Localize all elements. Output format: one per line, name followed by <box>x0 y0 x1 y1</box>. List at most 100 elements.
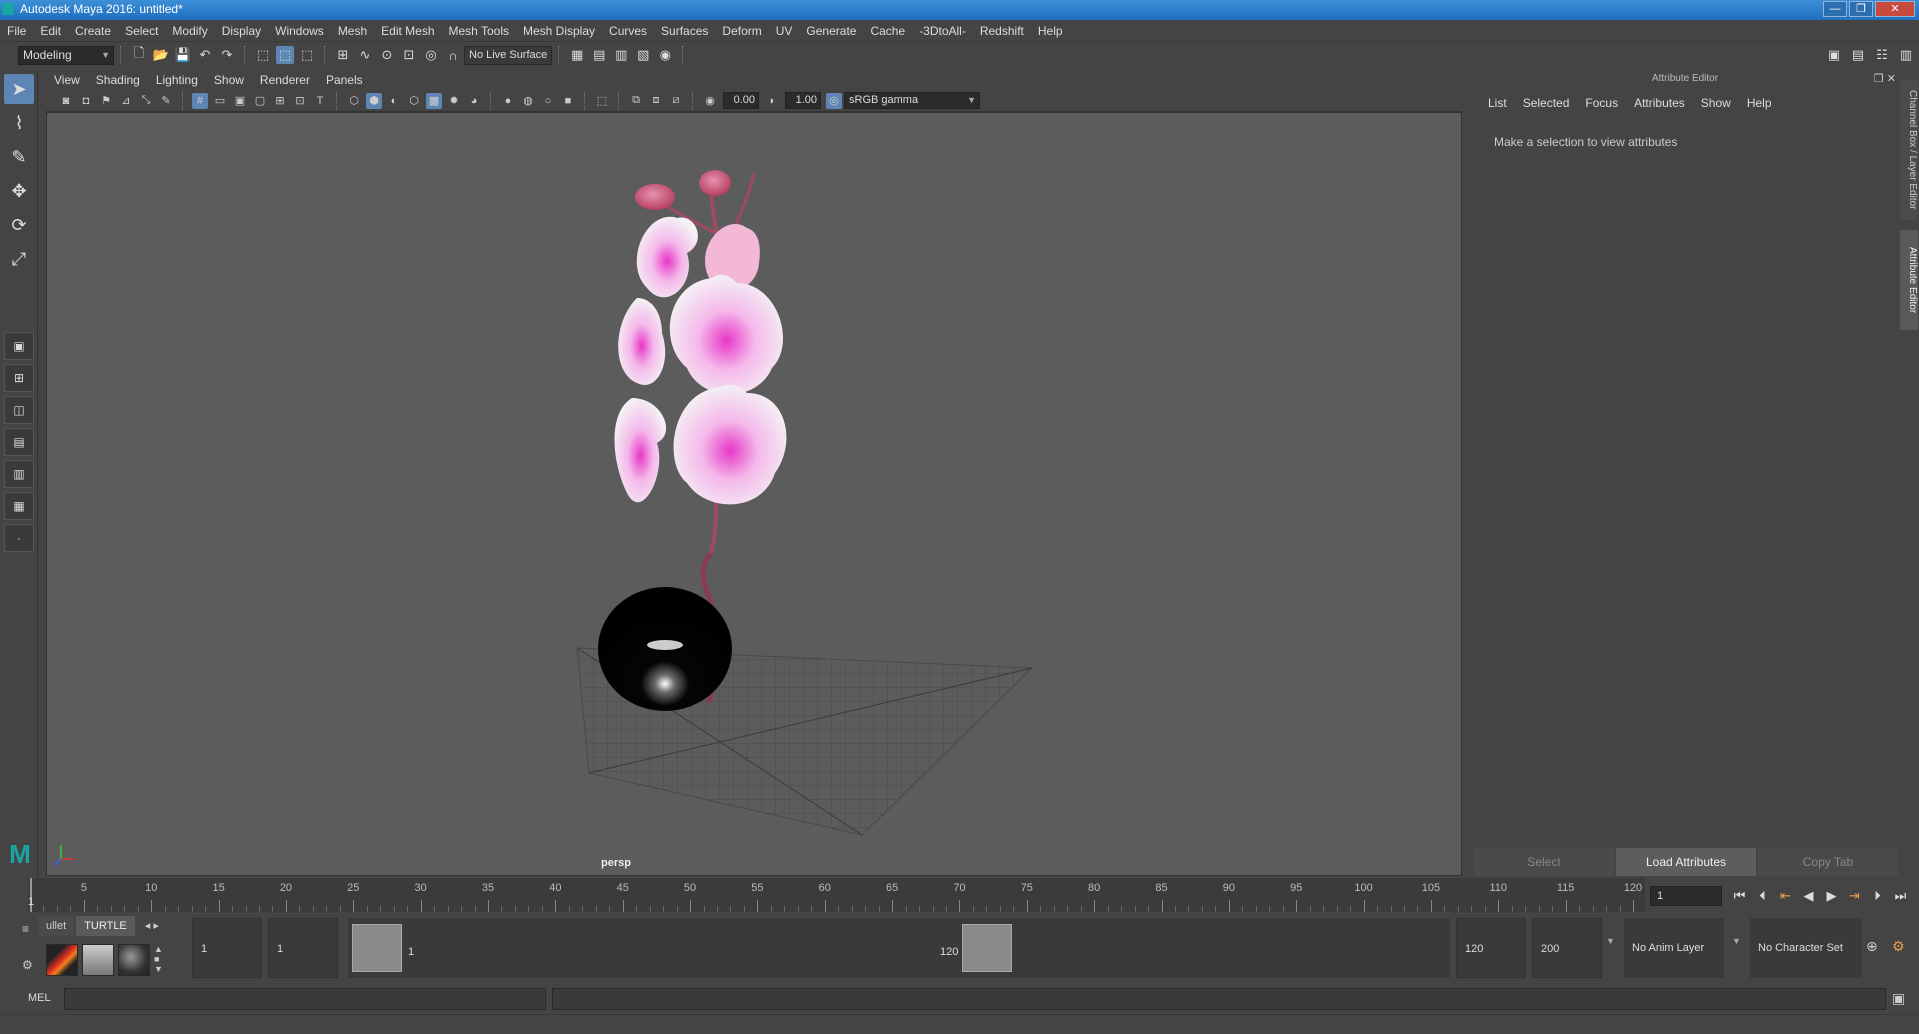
wireframe-on-shaded-icon[interactable]: ⬡ <box>406 93 422 109</box>
menu-file[interactable]: File <box>0 20 33 42</box>
exposure-icon[interactable]: ◉ <box>702 93 718 109</box>
select-component-icon[interactable]: ⬚ <box>298 46 316 64</box>
render-frame-icon[interactable]: ▤ <box>590 46 608 64</box>
menu-curves[interactable]: Curves <box>602 20 654 42</box>
script-language-label[interactable]: MEL <box>28 992 51 1004</box>
magnet-icon[interactable]: ∩ <box>444 46 462 64</box>
ae-menu-attributes[interactable]: Attributes <box>1626 94 1693 112</box>
chevron-down-icon[interactable]: ▼ <box>1732 936 1741 946</box>
go-to-start-icon[interactable]: ⏮ <box>1730 886 1749 905</box>
select-tool-icon[interactable]: ➤ <box>4 74 34 104</box>
open-scene-icon[interactable]: 📂 <box>152 46 170 64</box>
rotate-tool-icon[interactable]: ⟳ <box>4 210 34 240</box>
menu-help[interactable]: Help <box>1031 20 1070 42</box>
attribute-editor-tab[interactable]: Attribute Editor <box>1900 230 1918 330</box>
multisample-aa-icon[interactable]: ○ <box>540 93 556 109</box>
modeling-toolkit-icon[interactable]: ▣ <box>1825 46 1843 64</box>
ipr-render-icon[interactable]: ▥ <box>612 46 630 64</box>
range-start-handle[interactable] <box>352 924 402 972</box>
time-slider-track[interactable]: 1 5 10 15 20 25 30 35 40 45 50 55 60 65 70 75 80 85 90 95 1… <box>28 878 1645 912</box>
menu-create[interactable]: Create <box>68 20 118 42</box>
xray-icon[interactable]: ⧉ <box>628 93 644 109</box>
channel-box-toggle-icon[interactable]: ▥ <box>1897 46 1915 64</box>
redo-icon[interactable]: ↷ <box>218 46 236 64</box>
paint-select-tool-icon[interactable]: ✎ <box>4 142 34 172</box>
attribute-editor-toggle-icon[interactable]: ▤ <box>1849 46 1867 64</box>
wireframe-icon[interactable]: ⬡ <box>346 93 362 109</box>
snap-live-icon[interactable]: ◎ <box>422 46 440 64</box>
menu-deform[interactable]: Deform <box>715 20 768 42</box>
select-hierarchy-icon[interactable]: ⬚ <box>254 46 272 64</box>
step-forward-key-icon[interactable]: ⏵ <box>1868 886 1887 905</box>
default-lighting-icon[interactable]: ◐ <box>386 93 402 109</box>
menu-windows[interactable]: Windows <box>268 20 331 42</box>
auto-key-icon[interactable]: ⊕ <box>1866 938 1878 955</box>
persp-graph-layout-icon[interactable]: ▤ <box>4 428 34 456</box>
channel-box-tab[interactable]: Channel Box / Layer Editor <box>1900 80 1918 220</box>
color-management-icon[interactable]: ◎ <box>826 92 842 109</box>
range-slider-track[interactable]: 1 120 <box>348 918 1450 978</box>
persp-hypershade-layout-icon[interactable]: ▦ <box>4 492 34 520</box>
camera-attributes-icon[interactable]: ◘ <box>78 93 94 109</box>
render-view-icon[interactable]: ▧ <box>634 46 652 64</box>
range-end-handle[interactable] <box>962 924 1012 972</box>
hypershade-icon[interactable]: ◉ <box>656 46 674 64</box>
menu-edit[interactable]: Edit <box>33 20 68 42</box>
scale-tool-icon[interactable]: ⤢ <box>4 244 34 274</box>
undo-icon[interactable]: ↶ <box>196 46 214 64</box>
snap-grid-icon[interactable]: ⊞ <box>334 46 352 64</box>
four-pane-layout-icon[interactable]: ⊞ <box>4 364 34 392</box>
panel-menu-shading[interactable]: Shading <box>88 70 148 90</box>
minimize-button[interactable]: — <box>1823 1 1847 17</box>
animation-preferences-icon[interactable]: ⚙ <box>1892 938 1905 955</box>
shelf-scroll-icon[interactable]: ▲ ■ ▼ <box>154 944 168 976</box>
menu-modify[interactable]: Modify <box>165 20 214 42</box>
playback-start-field[interactable]: 1 <box>268 918 338 978</box>
xray-active-icon[interactable]: ⧈ <box>648 93 664 109</box>
film-gate-icon[interactable]: ▭ <box>212 93 228 109</box>
menu-3dtoall[interactable]: -3DtoAll- <box>912 20 973 42</box>
go-to-end-icon[interactable]: ⏭ <box>1891 886 1910 905</box>
close-button[interactable]: ✕ <box>1875 1 1915 17</box>
panel-menu-lighting[interactable]: Lighting <box>148 70 206 90</box>
bookmark-icon[interactable]: ⚑ <box>98 93 114 109</box>
ae-menu-list[interactable]: List <box>1480 94 1515 112</box>
snap-view-plane-icon[interactable]: ⊡ <box>400 46 418 64</box>
gate-mask-icon[interactable]: ▢ <box>252 93 268 109</box>
camera-select-icon[interactable]: ◙ <box>58 93 74 109</box>
step-back-key-icon[interactable]: ⏴ <box>1753 886 1772 905</box>
ae-menu-selected[interactable]: Selected <box>1515 94 1578 112</box>
textured-icon[interactable]: ▩ <box>426 92 442 109</box>
shelf-scroll-arrows[interactable]: ◂ ▸ <box>137 916 167 936</box>
2d-pan-zoom-icon[interactable]: ⤡ <box>138 93 154 109</box>
panel-menu-renderer[interactable]: Renderer <box>252 70 318 90</box>
save-scene-icon[interactable]: 💾 <box>174 46 192 64</box>
side-by-side-layout-icon[interactable]: ◫ <box>4 396 34 424</box>
motion-blur-icon[interactable]: ◍ <box>520 93 536 109</box>
safe-action-icon[interactable]: ⊡ <box>292 93 308 109</box>
menu-display[interactable]: Display <box>215 20 268 42</box>
panel-menu-panels[interactable]: Panels <box>318 70 371 90</box>
xray-joints-icon[interactable]: ⧄ <box>668 93 684 109</box>
resolution-gate-icon[interactable]: ▣ <box>232 93 248 109</box>
use-all-lights-icon[interactable]: ✹ <box>446 93 462 109</box>
menu-cache[interactable]: Cache <box>863 20 912 42</box>
isolate-select-icon[interactable]: ⬚ <box>594 93 610 109</box>
custom-layout-icon[interactable]: · <box>4 524 34 552</box>
lasso-tool-icon[interactable]: ⌇ <box>4 108 34 138</box>
current-frame-field[interactable]: 1 <box>1650 886 1722 906</box>
play-forwards-icon[interactable]: ▶ <box>1822 886 1841 905</box>
single-pane-layout-icon[interactable]: ▣ <box>4 332 34 360</box>
gamma-icon[interactable]: ◗ <box>764 93 780 109</box>
shelf-menu-icon[interactable]: ≡ <box>22 922 34 936</box>
menu-set-dropdown[interactable]: Modeling ▼ <box>18 45 114 65</box>
animation-start-field[interactable]: 1 <box>192 918 262 978</box>
anim-layer-dropdown[interactable]: No Anim Layer <box>1624 918 1724 978</box>
screen-space-ao-icon[interactable]: ● <box>500 93 516 109</box>
depth-of-field-icon[interactable]: ■ <box>560 93 576 109</box>
step-forward-frame-icon[interactable]: ⇥ <box>1845 886 1864 905</box>
snap-curve-icon[interactable]: ∿ <box>356 46 374 64</box>
shadows-icon[interactable]: ◕ <box>466 93 482 109</box>
turtle-bake-icon[interactable] <box>82 944 114 976</box>
ae-menu-focus[interactable]: Focus <box>1577 94 1626 112</box>
